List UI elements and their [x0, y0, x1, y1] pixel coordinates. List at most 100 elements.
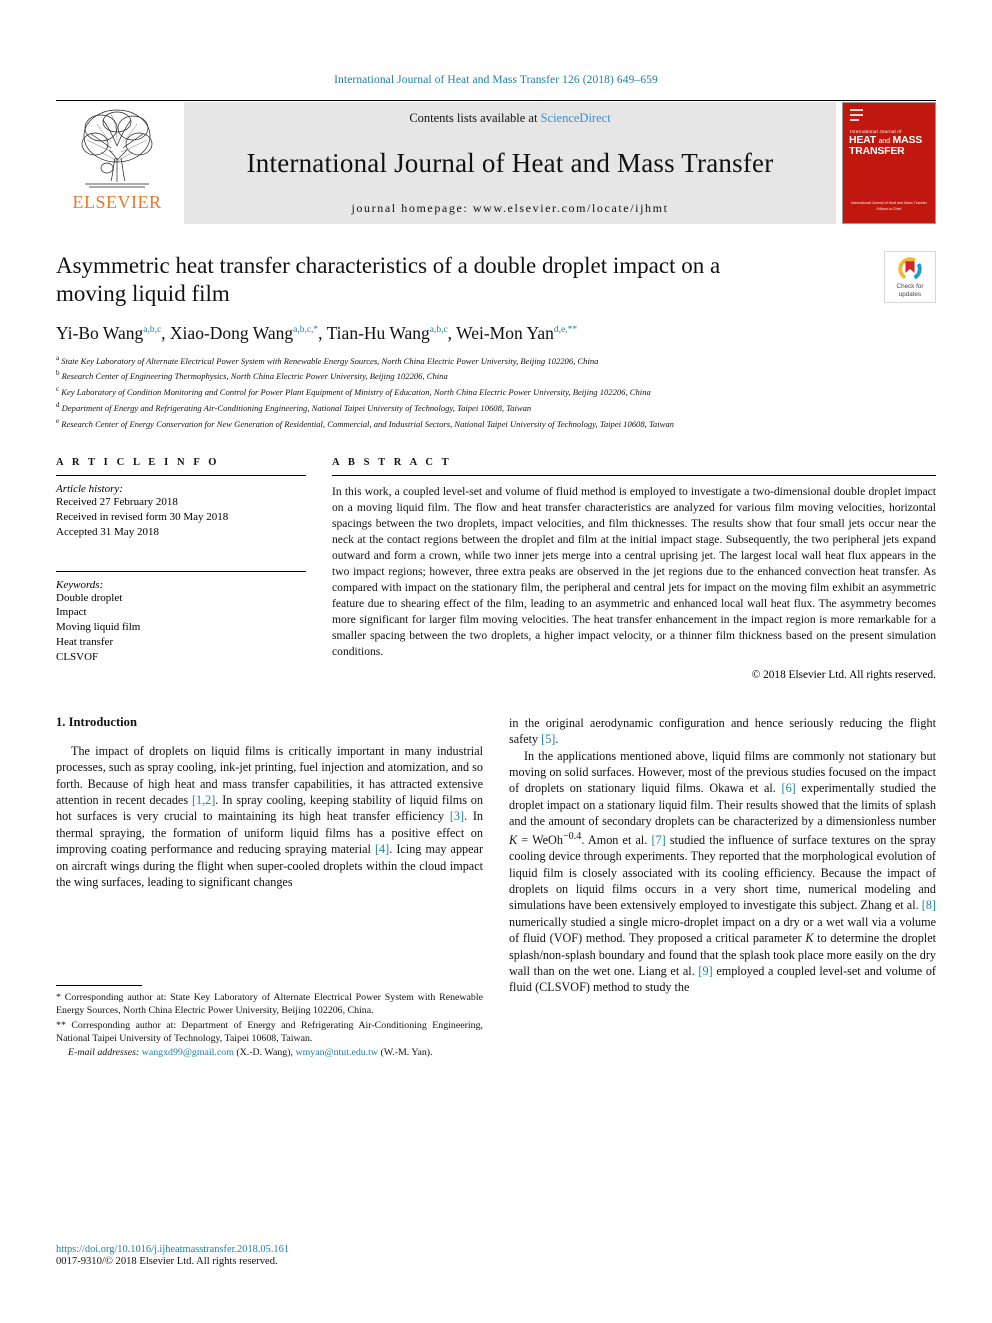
cover-footer-line1: International Journal of Heat and Mass T… — [851, 201, 927, 206]
author-affil-marks: a,b,c — [429, 324, 448, 335]
citation-ref-8[interactable]: [8] — [922, 898, 936, 912]
keyword-item: CLSVOF — [56, 650, 99, 663]
cover-elsevier-mark-icon — [850, 109, 863, 124]
affiliation-key: b — [56, 369, 60, 378]
footnote-corresponding-1: * Corresponding author at: State Key Lab… — [56, 991, 483, 1018]
abstract-column: A B S T R A C T In this work, a coupled … — [332, 457, 936, 681]
footnote-marker: ** — [56, 1019, 66, 1031]
citation-ref-3[interactable]: [3] — [450, 809, 464, 823]
author-name: Wei-Mon Yan — [456, 322, 554, 343]
email1-owner: (X.-D. Wang), — [233, 1047, 296, 1059]
keyword-item: Double droplet — [56, 591, 123, 604]
affiliation-text: Research Center of Engineering Thermophy… — [61, 371, 448, 382]
author-name: Xiao-Dong Wang — [169, 322, 294, 343]
cover-title-transfer: TRANSFER — [849, 145, 905, 158]
affiliation-key: d — [56, 400, 60, 409]
article-body: 1. Introduction The impact of droplets o… — [56, 715, 936, 1061]
footnote-text: Corresponding author at: State Key Labor… — [56, 992, 483, 1017]
keyword-item: Moving liquid film — [56, 621, 141, 634]
author-affil-marks: d,e,** — [553, 324, 578, 335]
affiliation-item: e Research Center of Energy Conservation… — [56, 416, 936, 432]
article-info-heading: A R T I C L E I N F O — [56, 457, 220, 469]
cover-footer-line2: Editors-in-Chief — [876, 206, 902, 211]
keywords-block: Keywords: Double droplet Impact Moving l… — [56, 570, 306, 665]
page-title: Asymmetric heat transfer characteristics… — [56, 252, 786, 309]
sciencedirect-link[interactable]: ScienceDirect — [541, 111, 611, 125]
journal-title: International Journal of Heat and Mass T… — [246, 147, 774, 178]
footnote-corresponding-2: ** Corresponding author at: Department o… — [56, 1019, 483, 1046]
citation-ref-6[interactable]: [6] — [782, 781, 796, 795]
author-name: Yi-Bo Wang — [56, 322, 144, 343]
doi-link[interactable]: https://doi.org/10.1016/j.ijheatmasstran… — [56, 1244, 476, 1255]
crossmark-check-for-updates-badge[interactable]: Check for updates — [884, 251, 936, 303]
affiliation-text: Research Center of Energy Conservation f… — [61, 418, 674, 429]
affiliation-key: c — [56, 385, 60, 394]
affiliation-text: Department of Energy and Refrigerating A… — [61, 402, 532, 413]
footer-doi-block: https://doi.org/10.1016/j.ijheatmasstran… — [56, 1244, 476, 1267]
email-link-wangxd99[interactable]: wangxd99@gmail.com — [142, 1047, 234, 1058]
citation-ref-4[interactable]: [4] — [375, 842, 389, 856]
right2-text-d: studied the influence of surface texture… — [509, 832, 937, 913]
affiliation-text: Key Laboratory of Condition Monitoring a… — [61, 386, 651, 397]
journal-homepage-line[interactable]: journal homepage: www.elsevier.com/locat… — [351, 201, 668, 216]
keywords-rule — [56, 570, 306, 572]
symbol-K: K — [509, 832, 518, 847]
contents-prefix: Contents lists available at — [409, 111, 541, 125]
cover-title-heat: HEAT — [849, 134, 877, 146]
author-item[interactable]: Wei-Mon Yand,e,** — [456, 323, 577, 343]
right-text-a: in the original aerodynamic configuratio… — [509, 715, 936, 747]
contents-available-line: Contents lists available at ScienceDirec… — [409, 111, 610, 126]
affiliation-item: d Department of Energy and Refrigerating… — [56, 400, 936, 416]
affiliation-list: a State Key Laboratory of Alternate Elec… — [56, 353, 936, 432]
affiliation-key: e — [56, 416, 60, 425]
author-separator: , — [161, 322, 170, 343]
cover-title-and: and — [878, 138, 890, 145]
section-heading-introduction: 1. Introduction — [56, 714, 137, 729]
info-abstract-section: A R T I C L E I N F O Article history: R… — [56, 457, 936, 681]
keyword-item: Impact — [56, 606, 87, 619]
author-list: Yi-Bo Wanga,b,c, Xiao-Dong Wanga,b,c,*, … — [56, 323, 936, 344]
crossmark-label: Check for updates — [897, 283, 924, 298]
author-item[interactable]: Xiao-Dong Wanga,b,c,* — [170, 323, 318, 343]
abstract-text: In this work, a coupled level-set and vo… — [332, 485, 936, 658]
article-info-rule — [56, 475, 306, 477]
intro-paragraph-right-2: In the applications mentioned above, liq… — [509, 748, 936, 996]
issn-copyright-line: 0017-9310/© 2018 Elsevier Ltd. All right… — [56, 1256, 278, 1267]
journal-cover-thumbnail: International Journal of HEAT and MASS T… — [842, 102, 936, 224]
running-head: International Journal of Heat and Mass T… — [334, 74, 658, 86]
intro-paragraph-left: The impact of droplets on liquid films i… — [56, 743, 483, 891]
email-link-wmyan[interactable]: wmyan@ntut.edu.tw — [295, 1047, 378, 1058]
right2-text-c: . Amon et al. — [581, 832, 652, 847]
citation-ref-5[interactable]: [5] — [541, 732, 555, 746]
journal-masthead: ELSEVIER Contents lists available at Sci… — [56, 100, 936, 224]
author-name: Tian-Hu Wang — [326, 322, 430, 343]
intro-paragraph-right-1: in the original aerodynamic configuratio… — [509, 715, 936, 748]
abstract-heading: A B S T R A C T — [332, 457, 452, 469]
crossmark-label-line1: Check for — [896, 282, 924, 290]
author-item[interactable]: Tian-Hu Wanga,b,c — [327, 323, 448, 343]
cover-title: HEAT and MASS TRANSFER — [849, 134, 931, 158]
elsevier-tree-icon — [81, 109, 153, 188]
body-left-column: 1. Introduction The impact of droplets o… — [56, 715, 483, 1061]
keyword-item: Heat transfer — [56, 635, 114, 648]
affiliation-item: c Key Laboratory of Condition Monitoring… — [56, 384, 936, 400]
right-text-b: . — [555, 732, 559, 747]
citation-ref-9[interactable]: [9] — [698, 964, 712, 978]
elsevier-logo: ELSEVIER — [56, 102, 178, 224]
citation-ref-1-2[interactable]: [1,2] — [192, 793, 215, 807]
footnote-text: Corresponding author at: Department of E… — [56, 1019, 483, 1044]
affiliation-text: State Key Laboratory of Alternate Electr… — [61, 355, 599, 366]
author-item[interactable]: Yi-Bo Wanga,b,c — [56, 323, 161, 343]
article-history-label: Article history: — [56, 483, 123, 496]
email2-owner: (W.-M. Yan). — [378, 1047, 433, 1059]
crossmark-label-line2: updates — [898, 290, 922, 298]
cover-title-mass: MASS — [892, 134, 923, 146]
keywords-label: Keywords: — [56, 578, 104, 591]
footnote-emails: E-mail addresses: wangxd99@gmail.com (X.… — [56, 1046, 483, 1059]
citation-ref-7[interactable]: [7] — [652, 833, 666, 847]
body-right-column: in the original aerodynamic configuratio… — [509, 715, 936, 1061]
article-history-item: Received 27 February 2018 — [56, 496, 178, 509]
author-affil-marks: a,b,c,* — [293, 324, 319, 335]
paper-page: International Journal of Heat and Mass T… — [0, 0, 992, 1323]
email-label: E-mail addresses: — [68, 1047, 140, 1059]
